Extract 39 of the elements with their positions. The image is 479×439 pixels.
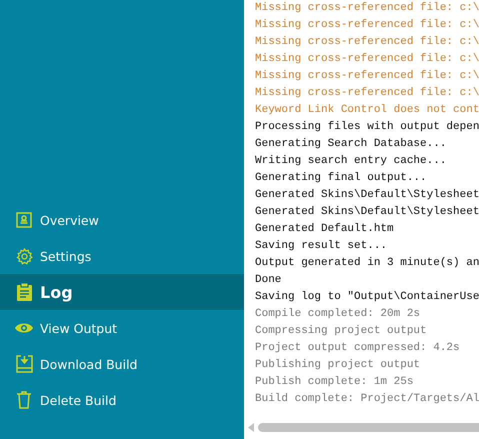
sidebar-item[interactable]: Delete Build [0,382,244,418]
horizontal-scrollbar[interactable] [248,421,479,433]
log-line: Writing search entry cache... [255,154,448,169]
left-arrow-icon[interactable] [248,422,254,432]
eye-icon [15,322,33,334]
log-line: Generated Default.htm [255,222,395,237]
log-line: Publish complete: 1m 25s [255,375,414,390]
sidebar-item[interactable]: Overview [0,202,244,238]
log-line: Processing files with output depen [255,120,479,135]
log-line: Missing cross-referenced file: c:\ [255,69,479,84]
log-line: Missing cross-referenced file: c:\ [255,86,479,101]
log-line: Publishing project output [255,358,422,373]
gear-icon [16,248,32,264]
log-line: Generated Skins\Default\Stylesheet [255,205,479,220]
log-line: Done [255,273,282,288]
log-line: Compressing project output [255,324,428,339]
trash-icon [17,391,31,409]
log-line: Missing cross-referenced file: c:\ [255,1,479,16]
sidebar-item[interactable]: Log [0,274,244,310]
log-line: Keyword Link Control does not cont [255,103,479,118]
log-line: Output generated in 3 minute(s) an [255,256,479,271]
log-line: Generated Skins\Default\Stylesheet [255,188,479,203]
id-card-icon [16,212,32,228]
log-line: Project output compressed: 4.2s [255,341,461,356]
scrollbar-thumb[interactable] [258,422,479,432]
log-line: Missing cross-referenced file: c:\ [255,35,479,50]
log-line: Generating Search Database... [255,137,448,152]
log-line: Saving log to "Output\ContainerUse [255,290,479,305]
sidebar-item[interactable]: View Output [0,310,244,346]
clipboard-icon [16,283,32,301]
download-icon [16,355,32,373]
log-line: Compile completed: 20m 2s [255,307,422,322]
log-line: Missing cross-referenced file: c:\ [255,18,479,33]
log-line: Saving result set... [255,239,388,254]
log-line: Build complete: Project/Targets/Al [255,392,479,407]
log-line: Generating final output... [255,171,428,186]
sidebar-item[interactable]: Settings [0,238,244,274]
log-line: Missing cross-referenced file: c:\ [255,52,479,67]
sidebar-item[interactable]: Download Build [0,346,244,382]
